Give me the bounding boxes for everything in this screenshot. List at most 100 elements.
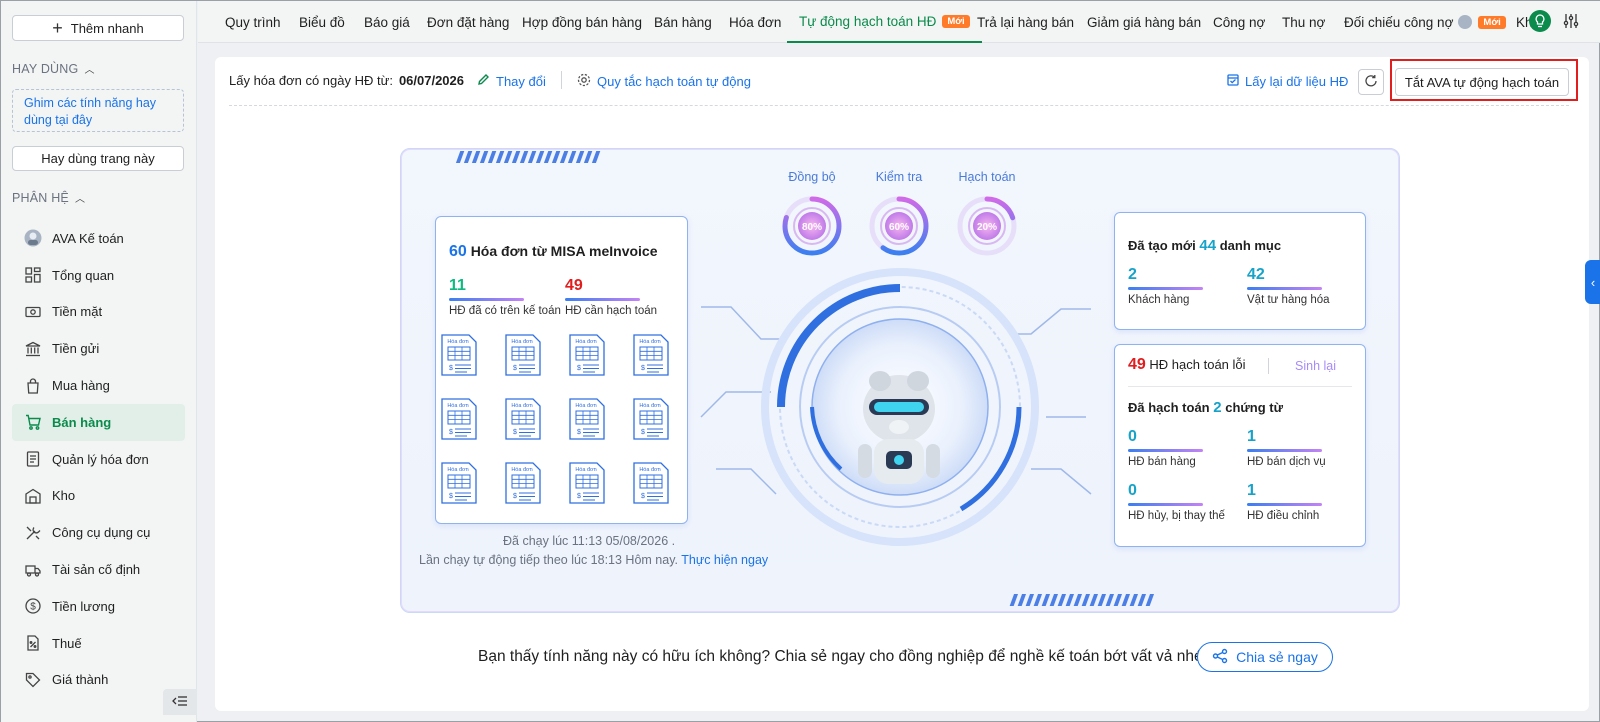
tab-sales-orders[interactable]: Đơn đặt hàng bbox=[427, 1, 509, 43]
svg-text:$: $ bbox=[513, 365, 517, 372]
stat-underline bbox=[1247, 449, 1322, 452]
pin-hint-box: Ghim các tính năng hay dùng tại đây bbox=[12, 89, 184, 132]
date-filter-value: 06/07/2026 bbox=[398, 73, 465, 88]
tab-auto-posting[interactable]: Tự động hạch toán HĐ Mới bbox=[787, 1, 982, 43]
sidebar-item-overview[interactable]: Tổng quan bbox=[12, 257, 185, 294]
svg-text:$: $ bbox=[641, 493, 645, 500]
invoice-document-icon: Hóa đơn $ bbox=[569, 398, 605, 440]
tab-debt-reconciliation[interactable]: Đối chiếu công nợ Mới bbox=[1344, 1, 1506, 43]
tab-debt-collection[interactable]: Thu nợ bbox=[1282, 1, 1325, 43]
svg-text:$: $ bbox=[577, 429, 581, 436]
sidebar-item-label: Tài sản cố định bbox=[52, 562, 141, 578]
invoice-document-icon: Hóa đơn $ bbox=[633, 398, 669, 440]
modules-section-title[interactable]: PHÂN HỆ ︿ bbox=[12, 190, 86, 206]
tab-charts[interactable]: Biểu đồ bbox=[299, 1, 345, 43]
invoice-document-icon: Hóa đơn $ bbox=[633, 462, 669, 504]
app-window: + Thêm nhanh HAY DÙNG ︿ Ghim các tính nă… bbox=[0, 0, 1600, 722]
sidebar-item-cash[interactable]: Tiền mặt bbox=[12, 294, 185, 331]
tab-label: Biểu đồ bbox=[299, 14, 345, 30]
run-now-link[interactable]: Thực hiện ngay bbox=[681, 553, 768, 567]
sidebar-item-purchase[interactable]: Mua hàng bbox=[12, 367, 185, 404]
meinvoice-card-title: 60 Hóa đơn từ MISA meInvoice bbox=[449, 243, 658, 261]
tab-invoices[interactable]: Hóa đơn bbox=[729, 1, 781, 43]
tab-process[interactable]: Quy trình bbox=[225, 1, 281, 43]
expand-right-panel-button[interactable]: ‹ bbox=[1585, 260, 1600, 304]
posting-rules-label: Quy tắc hạch toán tự động bbox=[597, 74, 751, 89]
sidebar-item-label: AVA Kế toán bbox=[52, 230, 124, 246]
svg-text:Hóa đơn: Hóa đơn bbox=[639, 467, 660, 473]
sidebar-item-fixed-assets[interactable]: Tài sản cố định bbox=[12, 551, 185, 588]
stat-value: 11 bbox=[449, 277, 466, 294]
tab-label: Đơn đặt hàng bbox=[427, 14, 510, 30]
date-filter: Lấy hóa đơn có ngày HĐ từ: 06/07/2026 bbox=[229, 73, 464, 88]
cart-icon bbox=[24, 413, 42, 431]
collapse-left-icon bbox=[172, 695, 188, 710]
svg-text:Hóa đơn: Hóa đơn bbox=[639, 339, 660, 345]
add-favorite-button[interactable]: Hay dùng trang này bbox=[12, 146, 184, 171]
svg-text:$: $ bbox=[449, 365, 453, 372]
stat-value: 49 bbox=[565, 277, 583, 294]
sidebar-item-cost[interactable]: Giá thành bbox=[12, 662, 185, 699]
stat-need-posting: 49 HĐ cần hạch toán bbox=[565, 277, 675, 317]
tab-label: Trả lại hàng bán bbox=[977, 14, 1075, 30]
tab-debts[interactable]: Công nợ bbox=[1213, 1, 1265, 43]
change-date-link[interactable]: Thay đổi bbox=[477, 73, 546, 89]
favorites-section-title[interactable]: HAY DÙNG ︿ bbox=[12, 61, 95, 77]
sidebar-item-label: Tiền lương bbox=[52, 598, 115, 614]
bank-icon bbox=[24, 340, 42, 358]
dashboard-icon bbox=[24, 266, 42, 284]
sidebar-item-invoice-management[interactable]: Quản lý hóa đơn bbox=[12, 441, 185, 478]
tab-quotes[interactable]: Báo giá bbox=[364, 1, 410, 43]
stat-underline bbox=[1128, 449, 1203, 452]
tab-sales-contracts[interactable]: Hợp đồng bán hàng bbox=[522, 1, 642, 43]
card-divider bbox=[1268, 358, 1269, 374]
svg-text:$: $ bbox=[513, 429, 517, 436]
truck-icon bbox=[24, 561, 42, 579]
posting-rules-link[interactable]: Quy tắc hạch toán tự động bbox=[577, 73, 751, 90]
sidebar-item-label: Quản lý hóa đơn bbox=[52, 451, 149, 467]
tools-icon bbox=[24, 524, 42, 542]
invoice-icon bbox=[24, 450, 42, 468]
sidebar-item-ava[interactable]: AVA Kế toán bbox=[12, 220, 185, 257]
warehouse-icon bbox=[24, 487, 42, 505]
tab-label: Tự động hạch toán HĐ bbox=[799, 13, 937, 29]
sidebar-item-label: Bán hàng bbox=[52, 414, 112, 430]
stat-label: HĐ bán hàng bbox=[1128, 456, 1196, 468]
quick-add-label: Thêm nhanh bbox=[70, 20, 144, 36]
invoice-document-icon: Hóa đơn $ bbox=[633, 334, 669, 376]
stat-underline bbox=[1128, 287, 1203, 290]
sidebar-item-tools[interactable]: Công cụ dụng cụ bbox=[12, 514, 185, 551]
tab-sales-returns[interactable]: Trả lại hàng bán bbox=[977, 1, 1074, 43]
sidebar-item-sales[interactable]: Bán hàng bbox=[12, 403, 185, 441]
tab-sales[interactable]: Bán hàng bbox=[654, 1, 712, 43]
chevron-up-icon: ︿ bbox=[74, 194, 86, 205]
quick-add-button[interactable]: + Thêm nhanh bbox=[12, 15, 184, 41]
sidebar-item-label: Mua hàng bbox=[52, 378, 110, 394]
check-progress-gauge: 60% bbox=[869, 196, 929, 256]
invoice-document-icon: Hóa đơn $ bbox=[569, 334, 605, 376]
settings-sliders-icon[interactable] bbox=[1560, 10, 1582, 32]
stat-service-invoices: 1 HĐ bán dịch vụ bbox=[1247, 428, 1326, 468]
tab-label: Thu nợ bbox=[1282, 14, 1326, 30]
sidebar-item-bank[interactable]: Tiền gửi bbox=[12, 330, 185, 367]
gauge-label-check: Kiểm tra bbox=[875, 170, 923, 184]
reload-invoices-link[interactable]: Lấy lại dữ liệu HĐ bbox=[1227, 73, 1348, 89]
tab-sales-discounts[interactable]: Giảm giá hàng bán bbox=[1087, 1, 1201, 43]
posted-count: 2 bbox=[1213, 399, 1222, 416]
sidebar-item-warehouse[interactable]: Kho bbox=[12, 478, 185, 515]
lightbulb-icon[interactable] bbox=[1529, 10, 1551, 32]
sidebar-item-tax[interactable]: Thuế bbox=[12, 625, 185, 662]
stat-value: 1 bbox=[1247, 482, 1256, 499]
collapse-sidebar-button[interactable] bbox=[163, 689, 197, 715]
tab-label: Đối chiếu công nợ bbox=[1344, 14, 1454, 30]
stat-underline bbox=[1247, 287, 1322, 290]
share-now-button[interactable]: Chia sẻ ngay bbox=[1197, 642, 1333, 672]
change-date-label: Thay đổi bbox=[496, 73, 546, 89]
tab-label: Bán hàng bbox=[654, 14, 712, 30]
refresh-button[interactable] bbox=[1358, 69, 1384, 95]
sidebar-item-payroll[interactable]: $ Tiền lương bbox=[12, 588, 185, 625]
new-badge: Mới bbox=[942, 14, 970, 28]
svg-text:Hóa đơn: Hóa đơn bbox=[511, 467, 532, 473]
plus-icon: + bbox=[52, 18, 63, 38]
regenerate-link[interactable]: Sinh lại bbox=[1295, 359, 1336, 373]
